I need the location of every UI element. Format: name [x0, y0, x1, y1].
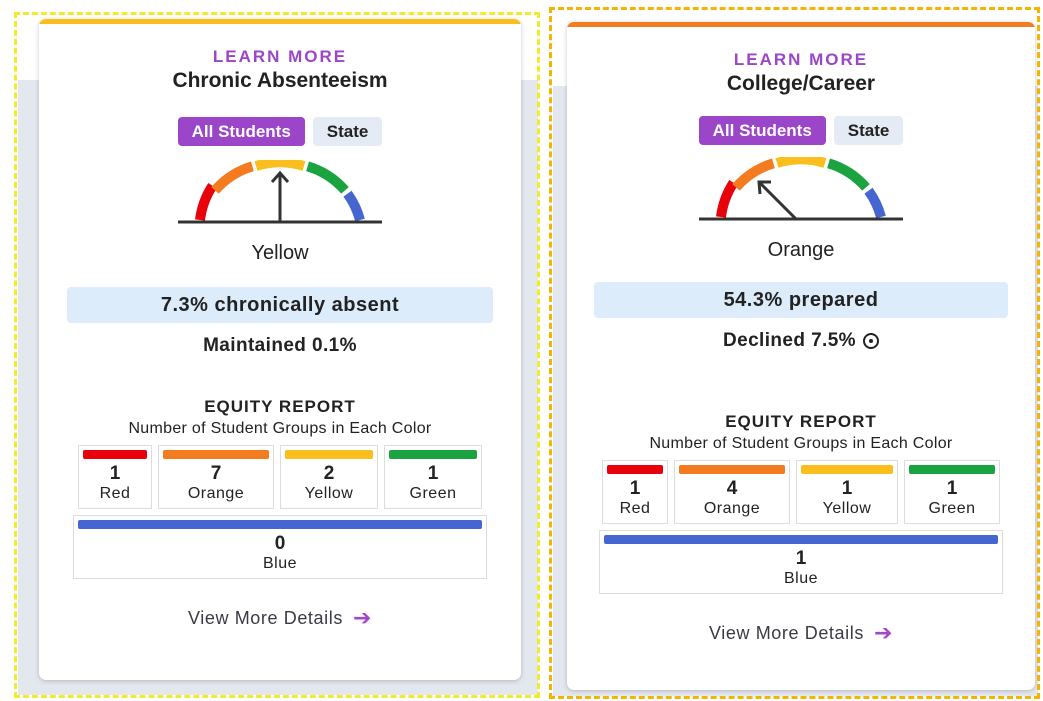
view-more-details-link[interactable]: View More Details ➔ [188, 607, 372, 629]
performance-gauge [178, 160, 382, 224]
state-button[interactable]: State [833, 116, 904, 145]
learn-more-link[interactable]: LEARN MORE [734, 50, 868, 70]
gauge-level-label: Yellow [251, 242, 309, 264]
group-name: Blue [262, 555, 298, 572]
dashboard-card-college-career: LEARN MORE College/Career All Students S… [567, 22, 1035, 690]
group-count: 1 [109, 463, 121, 484]
state-button[interactable]: State [312, 117, 383, 146]
yellow-bar [285, 450, 373, 459]
student-groups-row: 1 Red 4 Orange 1 Yellow 1 Green [602, 460, 1000, 524]
arrow-right-icon: ➔ [352, 605, 372, 630]
group-name: Orange [703, 500, 761, 517]
view-more-details-label: View More Details [188, 607, 343, 628]
group-count: 0 [274, 533, 286, 554]
filter-toggle: All Students State [698, 116, 904, 145]
view-more-details-link[interactable]: View More Details ➔ [709, 622, 893, 644]
view-more-details-label: View More Details [709, 622, 864, 643]
group-orange: 4 Orange [674, 460, 790, 524]
orange-bar [163, 450, 269, 459]
card-title: Chronic Absenteeism [172, 69, 388, 92]
card-title: College/Career [726, 72, 876, 95]
group-red: 1 Red [602, 460, 668, 524]
group-count: 1 [841, 478, 853, 499]
red-bar [607, 465, 663, 474]
gauge-level-label: Orange [767, 239, 835, 261]
group-count: 1 [427, 463, 439, 484]
performance-gauge [699, 157, 903, 221]
card-accent-bar [39, 19, 521, 24]
yellow-bar [801, 465, 893, 474]
group-yellow: 1 Yellow [796, 460, 898, 524]
group-name: Yellow [822, 500, 872, 517]
change-metric: Declined 7.5% [723, 330, 879, 352]
all-students-button[interactable]: All Students [177, 117, 305, 146]
group-count: 4 [726, 478, 738, 499]
learn-more-link[interactable]: LEARN MORE [213, 47, 347, 67]
green-bar [909, 465, 995, 474]
filter-toggle: All Students State [177, 117, 383, 146]
group-count: 7 [210, 463, 222, 484]
group-green: 1 Green [904, 460, 1000, 524]
group-name: Yellow [304, 485, 354, 502]
blue-bar [604, 535, 998, 544]
group-count: 1 [629, 478, 641, 499]
red-bar [83, 450, 147, 459]
student-groups-row: 1 Red 7 Orange 2 Yellow 1 Green [78, 445, 482, 509]
equity-report-subtitle: Number of Student Groups in Each Color [128, 420, 432, 437]
group-green: 1 Green [384, 445, 482, 509]
group-yellow: 2 Yellow [280, 445, 378, 509]
group-count: 2 [323, 463, 335, 484]
equity-report-subtitle: Number of Student Groups in Each Color [649, 435, 953, 452]
group-name: Blue [783, 570, 819, 587]
dashboard-card-chronic-absenteeism: LEARN MORE Chronic Absenteeism All Stude… [39, 19, 521, 680]
gauge-arc [716, 157, 886, 219]
all-students-button[interactable]: All Students [698, 116, 826, 145]
status-metric: 54.3% prepared [594, 282, 1008, 318]
group-red: 1 Red [78, 445, 152, 509]
card-accent-bar [567, 22, 1035, 27]
group-orange: 7 Orange [158, 445, 274, 509]
equity-report-heading: EQUITY REPORT [204, 397, 356, 416]
group-count: 1 [946, 478, 958, 499]
group-name: Red [99, 485, 131, 502]
group-name: Red [619, 500, 651, 517]
equity-report-heading: EQUITY REPORT [725, 412, 877, 431]
change-text: Declined 7.5% [723, 330, 856, 351]
change-metric: Maintained 0.1% [203, 335, 357, 357]
green-bar [389, 450, 477, 459]
gauge-needle [270, 170, 290, 222]
group-count: 1 [795, 548, 807, 569]
gauge-needle [757, 180, 798, 221]
group-name: Orange [187, 485, 245, 502]
info-icon[interactable] [862, 333, 879, 349]
orange-bar [679, 465, 785, 474]
arrow-right-icon: ➔ [873, 620, 893, 645]
blue-bar [78, 520, 482, 529]
group-name: Green [928, 500, 976, 517]
change-text: Maintained 0.1% [203, 335, 357, 356]
group-blue: 1 Blue [599, 530, 1003, 594]
group-blue: 0 Blue [73, 515, 487, 579]
status-metric: 7.3% chronically absent [67, 287, 493, 323]
group-name: Green [409, 485, 457, 502]
